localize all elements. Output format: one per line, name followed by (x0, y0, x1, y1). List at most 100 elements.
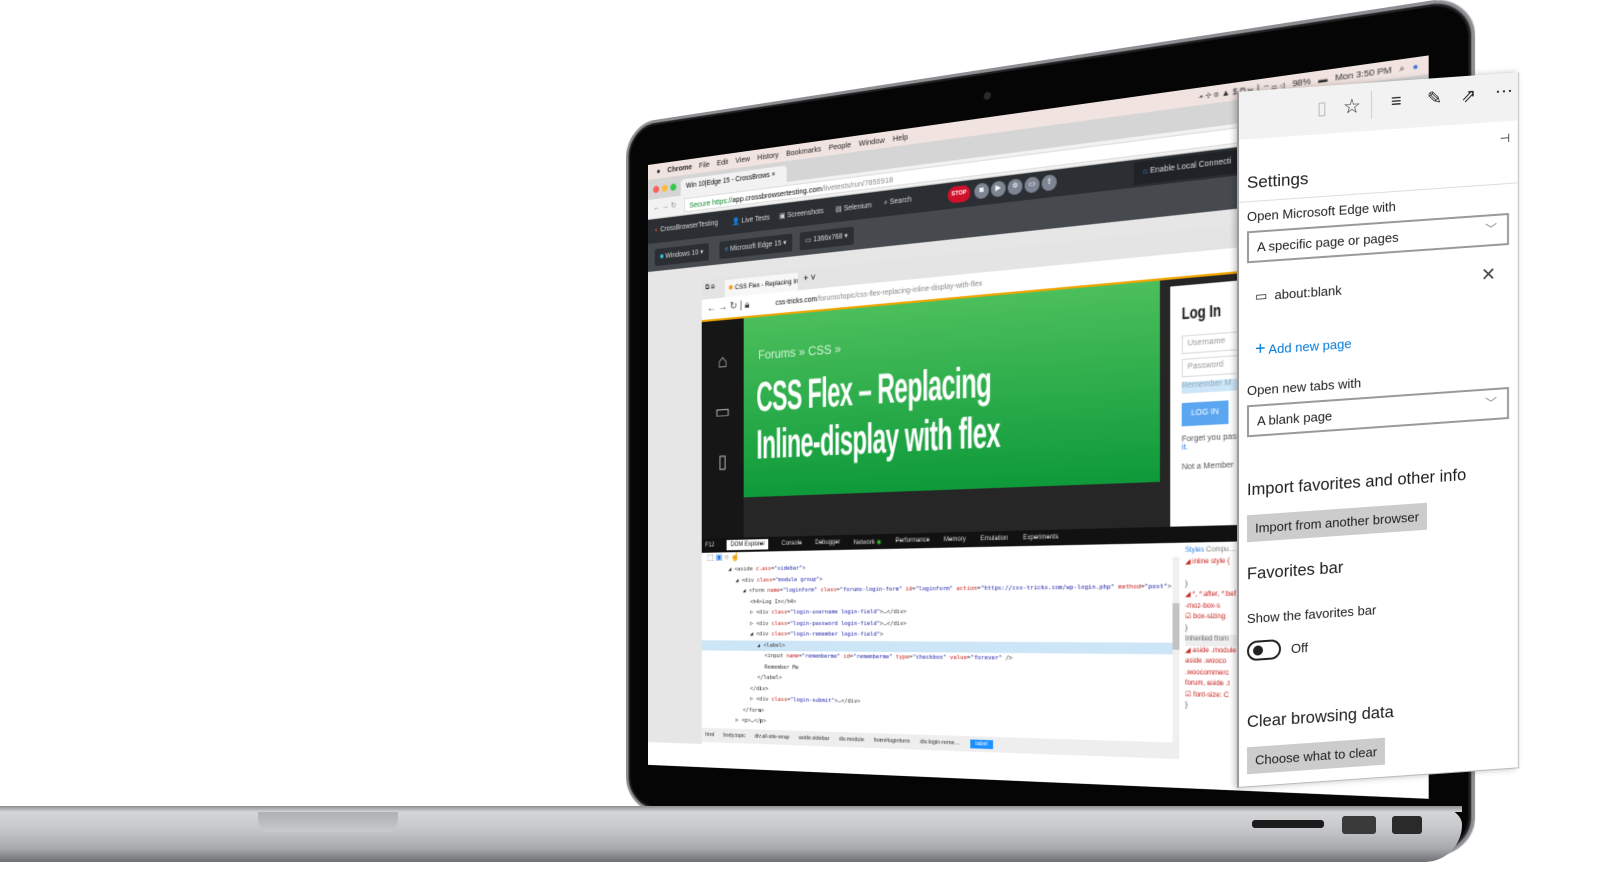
crumb-forums[interactable]: Forums (758, 345, 795, 363)
styles-tab[interactable]: Styles (1185, 547, 1204, 554)
web-note-icon[interactable]: ✎ (1427, 88, 1442, 110)
menu-bookmarks[interactable]: Bookmarks (786, 144, 821, 158)
expand-toggle-icon[interactable]: ▷ (750, 696, 756, 702)
tab-actions-icon[interactable]: ⧉ ⊟ (705, 283, 714, 292)
tab-performance[interactable]: Performance (895, 537, 929, 544)
more-icon[interactable]: ⋯ (1495, 81, 1513, 103)
computed-tab[interactable]: Compu… (1206, 546, 1236, 554)
resolution-dropdown[interactable]: ▭ 1366x768 ▾ (799, 226, 854, 251)
tab-console[interactable]: Console (781, 540, 801, 547)
expand-toggle-icon[interactable]: ▷ (750, 620, 756, 626)
home-icon[interactable]: ⌂ (702, 349, 744, 374)
dom-node-line[interactable]: ▷ <div class="login-submit">…</div> (702, 693, 1173, 715)
record-video-icon[interactable]: ▶ (990, 180, 1006, 198)
menu-history[interactable]: History (757, 150, 778, 162)
menu-file[interactable]: File (699, 159, 710, 170)
chrome-tab[interactable]: Win 10|Edge 15 - CrossBrows × (680, 165, 787, 196)
import-button[interactable]: Import from another browser (1247, 502, 1428, 543)
settings-icon[interactable]: ✲ (1007, 178, 1023, 196)
expand-toggle-icon[interactable]: ◢ (743, 588, 749, 594)
laptop-base (0, 806, 1462, 862)
reading-view-icon[interactable]: ▯ (1317, 98, 1327, 120)
dom-node-line[interactable]: </form> (702, 704, 1173, 728)
highlight-icon[interactable]: ▣ (716, 552, 723, 561)
breadcrumb-item[interactable]: div.module (839, 736, 864, 743)
breadcrumb-item[interactable]: div.login-reme… (920, 739, 960, 747)
dom-node-line[interactable]: <input name="rememberme" id="rememberme"… (702, 650, 1173, 666)
edge-url[interactable]: css-tricks.com/forums/topic/css-flex-rep… (776, 280, 983, 307)
siri-icon[interactable]: ● (1413, 61, 1419, 73)
spotlight-icon[interactable]: ⌕ (1399, 62, 1404, 75)
tab-experiments[interactable]: Experiments (1023, 534, 1059, 542)
add-new-page-link[interactable]: + Add new page (1255, 332, 1352, 360)
refresh-icon[interactable]: ○ (724, 552, 728, 561)
remove-page-icon[interactable]: ✕ (1481, 264, 1496, 286)
expand-toggle-icon[interactable]: ◢ (728, 567, 734, 573)
hub-icon[interactable]: ≡ (1391, 90, 1402, 112)
dom-node-line[interactable]: <h4>Log In</h4> (702, 593, 1173, 607)
crumb-css[interactable]: CSS (808, 342, 831, 359)
select-element-icon[interactable]: ⬚ (707, 553, 714, 562)
menu-window[interactable]: Window (859, 135, 885, 148)
expand-toggle-icon[interactable]: ◢ (750, 631, 756, 637)
dom-node-line[interactable]: Remember Me (702, 661, 1173, 679)
pin-icon[interactable]: ⊣ (1500, 131, 1510, 146)
tab-memory[interactable]: Memory (944, 536, 966, 543)
favorite-star-icon[interactable]: ☆ (1343, 93, 1361, 119)
back-forward-reload-icons[interactable]: ← → ↻ (653, 200, 676, 212)
nav-screenshots[interactable]: ▣ Screenshots (779, 207, 823, 221)
cbt-logo[interactable]: ◐ CrossBrowserTesting (655, 220, 718, 235)
keyboard-icon[interactable]: ▭ (1024, 176, 1040, 194)
expand-toggle-icon[interactable]: ▷ (750, 610, 756, 616)
browser-dropdown[interactable]: e Microsoft Edge 15 ▾ (719, 233, 792, 260)
nav-selenium[interactable]: ▤ Selenium (836, 201, 872, 214)
menu-edit[interactable]: Edit (717, 157, 729, 168)
breadcrumb-item[interactable]: html (705, 732, 714, 738)
edge-nav-icons[interactable]: ← → ↻ | 🔒︎ (707, 299, 749, 314)
minimize-window-button[interactable] (661, 184, 668, 193)
nav-live-tests[interactable]: 👤 Live Tests (732, 213, 770, 226)
expand-toggle-icon[interactable]: ◢ (757, 642, 763, 648)
book-icon[interactable]: ▯ (702, 450, 744, 474)
menu-people[interactable]: People (829, 140, 851, 153)
choose-what-to-clear-button[interactable]: Choose what to clear (1247, 737, 1386, 775)
new-tab-icon[interactable]: + ˅ (803, 272, 815, 284)
share-icon[interactable]: ⇗ (1461, 85, 1476, 107)
tab-debugger[interactable]: Debugger (815, 539, 840, 546)
dom-node-line[interactable]: ◢ <form name="loginform" class="forums-l… (702, 581, 1173, 597)
breadcrumb-item[interactable]: form#loginform (874, 737, 910, 745)
zoom-window-button[interactable] (670, 183, 677, 192)
nav-search[interactable]: ⌕ Search (884, 196, 912, 208)
upload-icon[interactable]: ⇪ (1041, 174, 1057, 192)
screenshot-icon[interactable]: ◙ (974, 182, 989, 200)
menu-help[interactable]: Help (893, 132, 908, 144)
dom-node-line[interactable]: ◢ <div class="login-remember login-field… (702, 629, 1173, 642)
dom-node-line[interactable]: </label> (702, 672, 1173, 691)
os-dropdown[interactable]: ■ Windows 10 ▾ (654, 243, 709, 267)
edge-tab[interactable]: ✱ CSS Flex - Replacing Inli × (724, 272, 798, 298)
breadcrumb-item[interactable]: aside.sidebar (799, 735, 830, 742)
dom-node-line[interactable]: ◢ <div class="module group"> (702, 569, 1173, 586)
menu-chrome[interactable]: Chrome (667, 162, 692, 174)
dom-node-line[interactable]: ◢ <aside class="sidebar"> (702, 557, 1173, 576)
menu-view[interactable]: View (735, 154, 750, 165)
login-button[interactable]: LOG IN (1181, 400, 1229, 427)
breadcrumb-item[interactable]: label (970, 739, 993, 750)
favorites-bar-toggle[interactable]: Off (1247, 637, 1308, 662)
stop-button[interactable]: STOP (947, 184, 971, 204)
dom-node-line[interactable]: ◢ <label> (701, 639, 1173, 655)
dom-node-line[interactable]: ▷ <p>…</p> (702, 714, 1173, 739)
code-token: <input (764, 653, 787, 660)
dom-node-line[interactable]: ▷ <div class="login-password login-field… (702, 618, 1173, 630)
breadcrumb-item[interactable]: div.all-site-wrap (755, 733, 790, 740)
clock[interactable]: Mon 3:50 PM (1335, 64, 1392, 83)
dom-scrollbar[interactable] (1172, 556, 1180, 743)
battery-icon[interactable]: ▬ (1318, 73, 1327, 85)
dom-node-line[interactable]: </div> (702, 682, 1173, 703)
tab-emulation[interactable]: Emulation (980, 535, 1008, 542)
apple-icon[interactable]: ● (657, 166, 661, 176)
tab-network[interactable]: Network ◉ (853, 538, 881, 546)
dom-node-line[interactable]: ▷ <div class="login-username login-field… (702, 606, 1173, 619)
dom-tree[interactable]: ◢ <aside class="sidebar"> ◢ <div class="m… (701, 557, 1173, 743)
video-icon[interactable]: ▭ (702, 400, 744, 424)
